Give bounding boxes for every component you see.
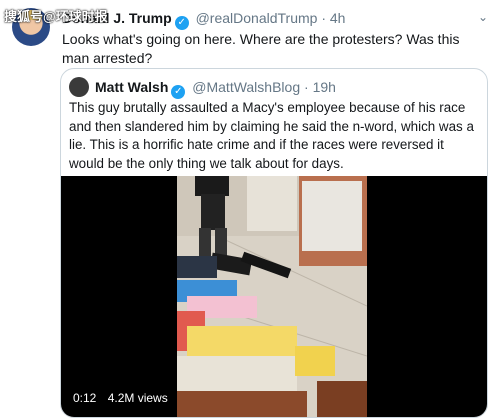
quoted-tweet-text: This guy brutally assaulted a Macy's emp… xyxy=(69,100,474,171)
author-handle[interactable]: @realDonaldTrump xyxy=(196,10,318,26)
tweet-time[interactable]: 4h xyxy=(330,10,346,26)
quoted-tweet-time: 19h xyxy=(312,79,336,95)
video-player[interactable]: 0:12 4.2M views xyxy=(61,176,487,417)
dot-separator: · xyxy=(321,10,326,26)
video-views: 4.2M views xyxy=(107,391,168,405)
quoted-author-avatar xyxy=(69,77,89,97)
video-stats: 0:12 4.2M views xyxy=(73,391,176,405)
verified-badge-icon: ✓ xyxy=(174,16,189,30)
quoted-tweet[interactable]: Matt Walsh ✓ @MattWalshBlog · 19h This gu… xyxy=(60,68,488,418)
quoted-author-name: Matt Walsh xyxy=(95,79,169,95)
video-duration: 0:12 xyxy=(73,391,97,405)
verified-badge-icon: ✓ xyxy=(171,85,186,99)
quoted-tweet-header: Matt Walsh ✓ @MattWalshBlog · 19h xyxy=(95,79,336,99)
tweet-header: Donald J. Trump ✓ @realDonaldTrump · 4h xyxy=(62,10,490,30)
chevron-down-icon[interactable]: ⌄ xyxy=(478,10,488,24)
dot-separator: · xyxy=(304,79,309,95)
quoted-author-handle: @MattWalshBlog xyxy=(192,79,301,95)
tweet-text: Looks what's going on here. Where are th… xyxy=(62,31,460,66)
video-frame xyxy=(177,176,367,417)
watermark: 搜狐号@环球时报 xyxy=(4,9,108,24)
